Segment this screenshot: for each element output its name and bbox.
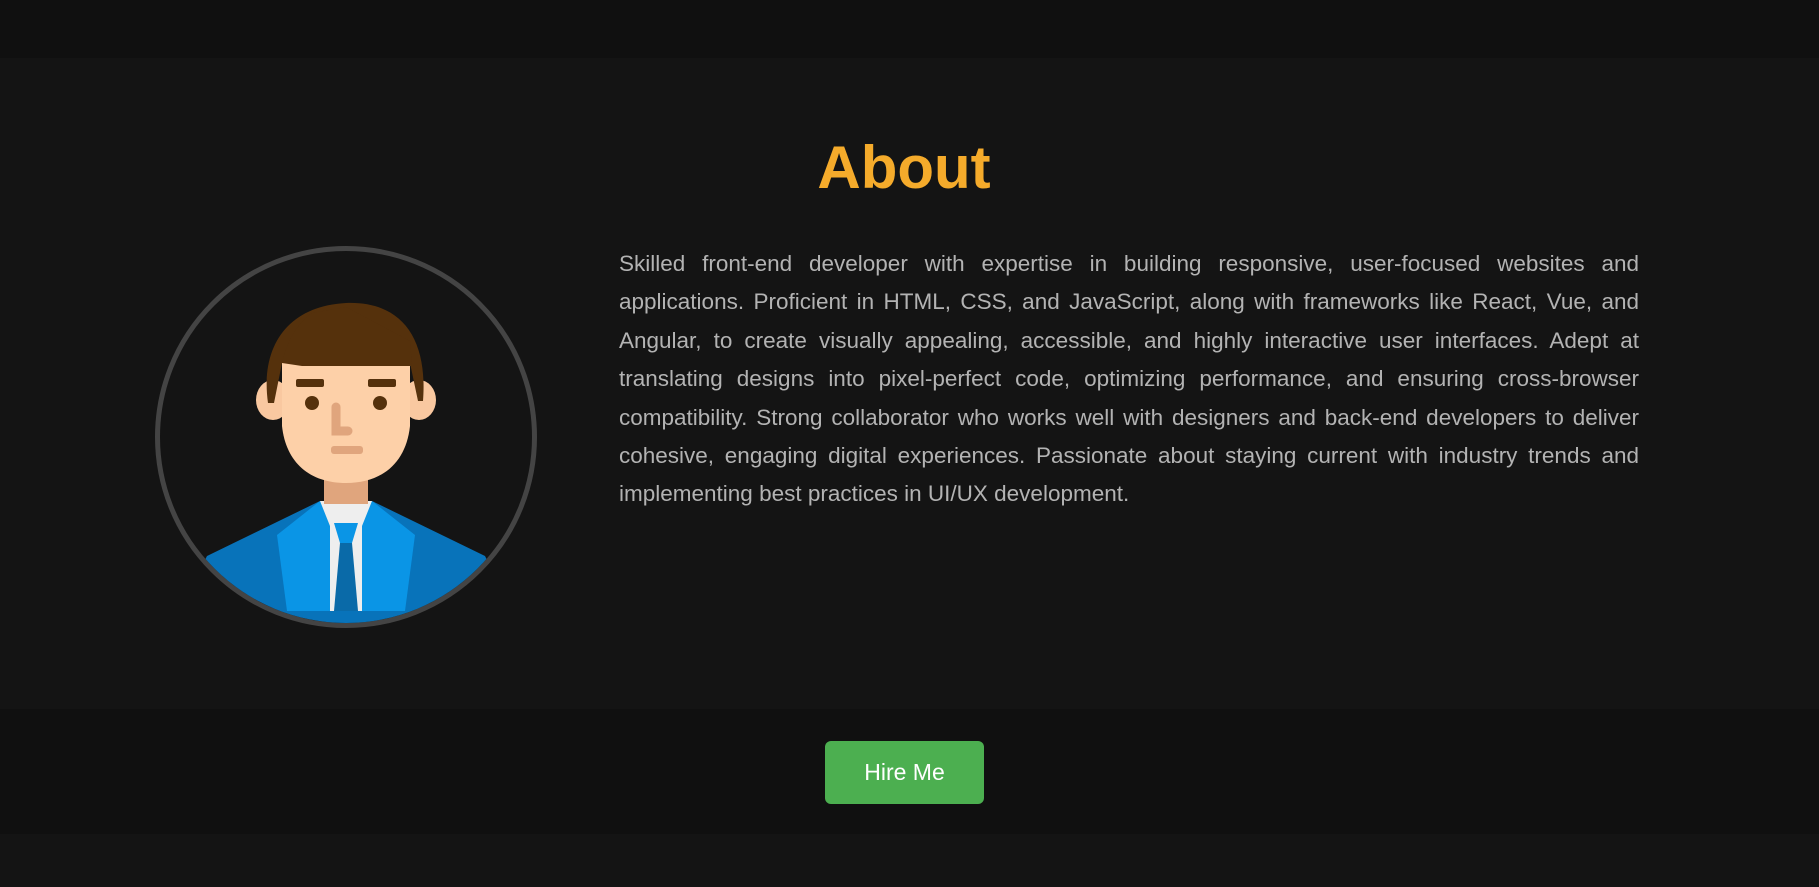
top-bar [0,0,1819,58]
about-description: Skilled front-end developer with experti… [619,251,1639,507]
about-title: About [817,134,991,201]
avatar [155,246,537,628]
footer-strip [0,834,1819,887]
developer-avatar-icon [173,302,519,623]
cta-bar: Hire Me [0,709,1819,834]
hire-me-button[interactable]: Hire Me [825,741,984,804]
about-section: About Skilled front-end developer with e… [0,58,1819,709]
